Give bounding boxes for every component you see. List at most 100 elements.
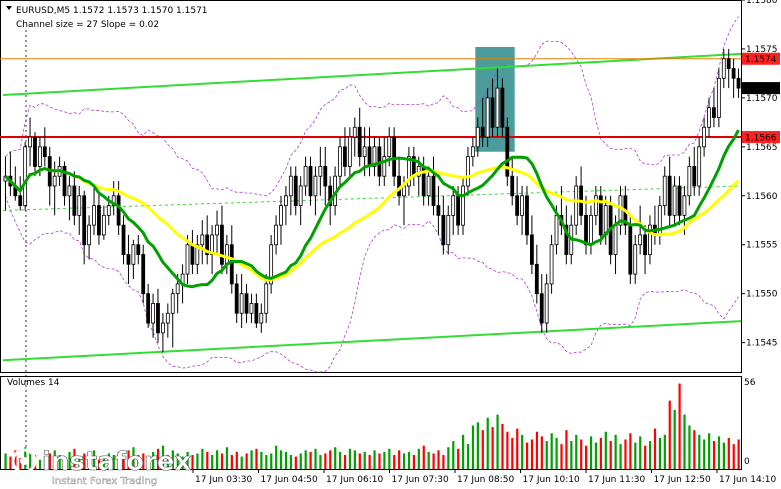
candle-body [731,68,736,79]
volume-bar [614,434,617,469]
volume-bar [324,453,327,469]
candle-body [692,166,697,187]
volume-bar [644,445,647,469]
volume-bar [334,447,337,469]
candle-body [357,126,362,158]
candle-body [308,166,313,197]
volume-bar [191,455,194,469]
candle-body [18,195,23,206]
candle-body [343,146,347,167]
candle-body [33,136,37,167]
volume-bar [289,455,293,469]
volume-bar [703,439,706,469]
candle-body [525,195,529,236]
volume-bar [388,448,391,469]
volume-bar [427,451,430,469]
candle-body [106,205,111,216]
volume-bar [216,450,219,469]
volume-bar [708,433,711,469]
candle-body [480,126,485,138]
candle-body [544,283,549,324]
y-tick-label: 1.1545 [746,339,778,349]
volume-bar [378,453,381,469]
volume-bar [398,450,401,469]
candle-body [520,195,524,216]
volume-bar [201,448,204,469]
candle-body [200,234,205,246]
volume-bar [580,439,583,469]
volume-max-label: 56 [744,378,756,388]
candle-body [274,224,278,246]
volume-bar [560,444,563,469]
candle-body [160,322,165,334]
volume-bar [402,453,406,469]
candle-body [721,58,726,79]
candle-body [736,77,741,89]
volume-bar [393,455,396,469]
volume-bar [717,436,721,469]
volume-bar [678,383,681,469]
candle-body [515,195,520,216]
volume-bar [535,431,539,469]
candle-body [456,195,461,226]
volume-bar [619,444,622,469]
candle-body [466,156,470,187]
volume-bar [220,453,224,469]
candle-body [42,146,47,158]
volume-bar [609,441,612,469]
volume-bar [432,453,435,469]
y-tick-label: 1.1555 [746,241,778,251]
candle-body [97,205,101,236]
volume-bar [275,445,278,469]
volume-bar [481,430,484,469]
volume-bar [407,451,411,469]
candle-body [146,293,151,324]
candle-body [702,126,706,148]
y-tick-label: 1.1560 [746,192,778,202]
candle-body [170,293,175,314]
candle-body [584,214,588,246]
volume-bar [245,453,248,469]
candle-body [367,146,372,167]
volume-bar [511,437,514,469]
volume-bar [412,455,416,469]
volume-bar [525,442,529,469]
volume-bar [462,434,465,469]
candle-body [254,303,259,324]
candle-body [264,283,269,314]
volume-bar [712,441,716,469]
logo-center-icon [20,457,28,465]
candle-body [151,303,155,324]
x-tick-label: 17 Jun 12:50 [654,475,711,485]
candle-body [229,244,234,285]
volume-bar [225,447,229,469]
volume-bar [648,441,652,469]
candle-body [726,58,731,69]
candle-body [136,244,141,255]
candle-body [436,205,441,216]
candle-body [87,224,91,246]
volume-bar [486,417,489,469]
x-tick-label: 17 Jun 08:50 [457,475,514,485]
candle-body [593,195,598,216]
volume-bar [737,439,740,469]
candle-body [549,244,554,285]
volume-bar [206,451,209,469]
candle-body [67,185,72,197]
candle-body [677,185,682,216]
candle-body [475,126,480,148]
candle-body [633,244,638,275]
volume-bar [284,451,288,469]
candle-body [682,195,687,216]
chart-title: EURUSD,M5 1.1572 1.1573 1.1570 1.1571 [16,6,208,16]
volume-bar [521,434,524,469]
y-tick-label: 1.1580 [746,0,778,6]
price-label-text: 1.1574 [745,55,777,65]
volume-bar [304,450,307,469]
volume-bar [540,436,543,469]
volume-bar [417,448,420,469]
candle-body [347,136,352,167]
volume-bar [363,451,366,469]
volume-bar [260,451,263,469]
candle-body [323,166,328,187]
